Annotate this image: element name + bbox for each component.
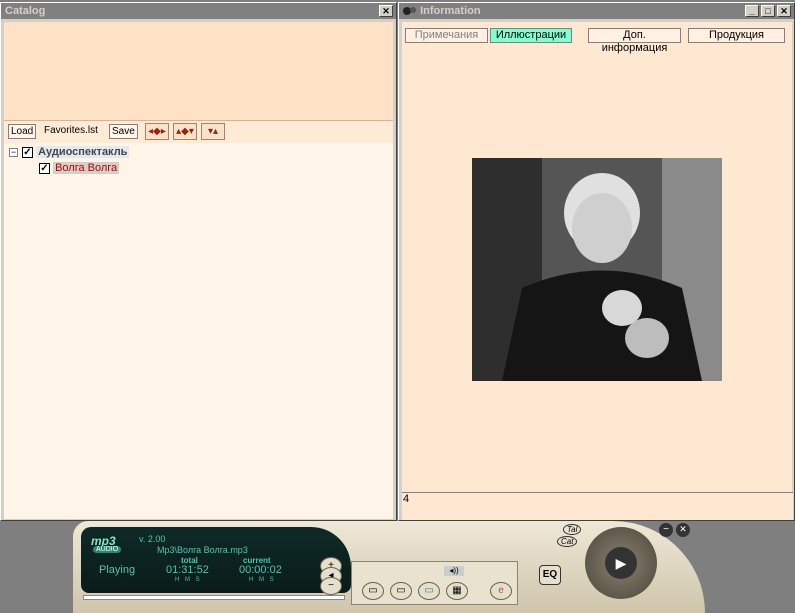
volume-down-icon[interactable]: − — [320, 577, 342, 595]
information-content: Примечания Иллюстрации Доп. информация П… — [402, 22, 793, 520]
version-label: v. 2.00 — [139, 534, 166, 544]
current-time: 00:00:02 — [239, 564, 282, 576]
save-button[interactable]: Save — [109, 124, 138, 139]
information-window: Information _ □ ✕ Примечания Иллюстрации… — [398, 2, 795, 521]
catalog-top-area — [4, 22, 393, 120]
audio-badge: AUDIO — [93, 546, 122, 553]
tab-products[interactable]: Продукция — [688, 28, 785, 43]
tree-root[interactable]: − ✓ Аудиоспектакль — [9, 145, 130, 159]
move-vertical-icon[interactable]: ▴◆▾ — [173, 123, 197, 140]
play-state: Playing — [99, 564, 136, 576]
repeat-icon[interactable]: ▭ — [418, 582, 440, 600]
tab-notes[interactable]: Примечания — [405, 28, 488, 43]
total-hms: H M S — [175, 577, 202, 583]
internet-icon[interactable]: e — [490, 582, 512, 600]
eq-button[interactable]: EQ — [539, 565, 561, 585]
status-value: 4 — [403, 493, 410, 505]
illustration-image — [472, 158, 722, 381]
collapse-icon[interactable]: ▾▴ — [201, 123, 225, 140]
tal-button[interactable]: Tal — [563, 524, 582, 535]
minimize-icon[interactable]: _ — [745, 5, 759, 17]
catalog-titlebar: Catalog ✕ — [1, 3, 396, 19]
list-file-label: Favorites.lst — [44, 125, 98, 136]
seek-bar[interactable] — [83, 595, 345, 600]
playlist-icon[interactable]: ▭ — [390, 582, 412, 600]
tab-illustrations[interactable]: Иллюстрации — [490, 28, 572, 43]
close-icon[interactable]: ✕ — [379, 5, 393, 17]
catalog-window: Catalog ✕ Load Favorites.lst Save ◂◆▸ ▴◆… — [0, 2, 397, 521]
information-titlebar: Information _ □ ✕ — [399, 3, 794, 19]
minimize-icon[interactable]: − — [659, 523, 673, 537]
current-hms: H M S — [249, 577, 276, 583]
control-panel: ◂)) ▭ ▭ ▭ ▦ e — [351, 561, 518, 605]
status-field: 4 — [402, 492, 793, 520]
move-all-icon[interactable]: ◂◆▸ — [145, 123, 169, 140]
checkbox[interactable]: ✓ — [39, 162, 50, 174]
tree-child[interactable]: ✓ Волга Волга — [39, 161, 120, 175]
maximize-icon[interactable]: □ — [761, 5, 775, 17]
tab-additional-info[interactable]: Доп. информация — [588, 28, 681, 54]
catalog-title: Catalog — [5, 5, 46, 17]
grid-icon[interactable]: ▦ — [446, 582, 468, 600]
total-time: 01:31:52 — [166, 564, 209, 576]
catalog-tree: − ✓ Аудиоспектакль ✓ Волга Волга — [4, 143, 393, 519]
speaker-icon[interactable]: ◂)) — [444, 566, 464, 576]
catalog-toolbar: Load Favorites.lst Save ◂◆▸ ▴◆▾ ▾▴ — [4, 120, 393, 144]
tree-child-label: Волга Волга — [53, 162, 120, 174]
play-icon[interactable]: ▶ — [605, 547, 637, 579]
transport-knob[interactable]: ▶ — [585, 527, 657, 599]
file-path: Mp3\Волга Волга.mp3 — [157, 545, 248, 555]
mp3-player: mp3 AUDIO v. 2.00 Mp3\Волга Волга.mp3 Pl… — [73, 521, 705, 613]
film-reel-icon — [403, 5, 417, 17]
collapse-node-icon[interactable]: − — [9, 147, 18, 157]
close-icon[interactable]: ✕ — [777, 5, 791, 17]
open-file-icon[interactable]: ▭ — [362, 582, 384, 600]
player-display: mp3 AUDIO v. 2.00 Mp3\Волга Волга.mp3 Pl… — [81, 527, 351, 593]
information-title: Information — [420, 5, 481, 17]
tree-root-label: Аудиоспектакль — [36, 146, 130, 158]
checkbox[interactable]: ✓ — [22, 146, 33, 158]
cat-button[interactable]: Cat — [557, 536, 578, 547]
load-button[interactable]: Load — [8, 124, 37, 139]
close-icon[interactable]: ✕ — [676, 523, 690, 537]
